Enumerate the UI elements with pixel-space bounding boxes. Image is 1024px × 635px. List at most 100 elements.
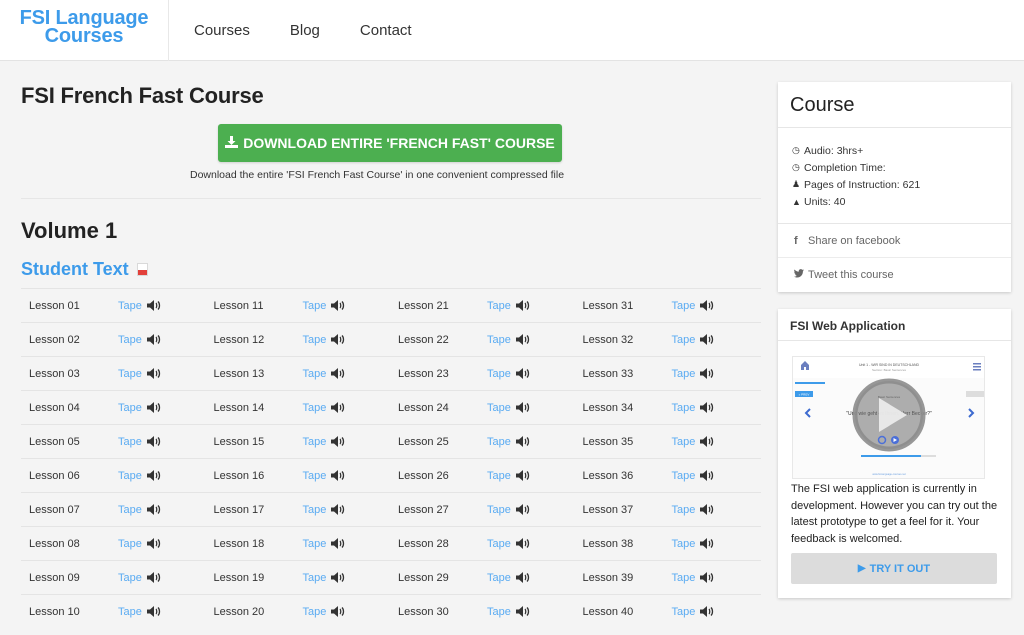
speaker-icon[interactable] bbox=[331, 368, 345, 379]
speaker-icon[interactable] bbox=[331, 504, 345, 515]
nav-contact[interactable]: Contact bbox=[360, 22, 412, 39]
speaker-icon[interactable] bbox=[515, 538, 530, 549]
speaker-icon[interactable] bbox=[700, 470, 714, 481]
speaker-icon[interactable] bbox=[515, 300, 530, 311]
speaker-icon[interactable] bbox=[331, 538, 345, 549]
tape-link[interactable]: Tape bbox=[118, 504, 142, 516]
tape-link[interactable]: Tape bbox=[303, 470, 327, 482]
tape-link[interactable]: Tape bbox=[303, 538, 327, 550]
speaker-icon[interactable] bbox=[146, 368, 161, 379]
tape-link[interactable]: Tape bbox=[118, 368, 142, 380]
tape-link[interactable]: Tape bbox=[672, 470, 696, 482]
tape-link[interactable]: Tape bbox=[672, 572, 696, 584]
lesson-name: Lesson 27 bbox=[398, 503, 449, 516]
speaker-icon[interactable] bbox=[146, 538, 161, 549]
tape-link[interactable]: Tape bbox=[672, 436, 696, 448]
speaker-icon[interactable] bbox=[146, 334, 161, 345]
tape-link[interactable]: Tape bbox=[303, 402, 327, 414]
nav-courses[interactable]: Courses bbox=[194, 22, 250, 39]
tape-link[interactable]: Tape bbox=[303, 334, 327, 346]
speaker-icon[interactable] bbox=[700, 368, 714, 379]
tape-link[interactable]: Tape bbox=[303, 572, 327, 584]
lesson-name: Lesson 30 bbox=[398, 605, 449, 618]
download-course-button[interactable]: DOWNLOAD ENTIRE 'FRENCH FAST' COURSE bbox=[218, 124, 562, 162]
tape-link[interactable]: Tape bbox=[487, 334, 511, 346]
tape-link[interactable]: Tape bbox=[672, 368, 696, 380]
tape-link[interactable]: Tape bbox=[487, 572, 511, 584]
speaker-icon[interactable] bbox=[700, 572, 714, 583]
tape-link[interactable]: Tape bbox=[487, 606, 511, 618]
lesson-name: Lesson 07 bbox=[29, 503, 80, 516]
speaker-icon[interactable] bbox=[331, 606, 345, 617]
tape-link[interactable]: Tape bbox=[118, 334, 142, 346]
tape-link[interactable]: Tape bbox=[487, 368, 511, 380]
tape-link[interactable]: Tape bbox=[118, 402, 142, 414]
speaker-icon[interactable] bbox=[331, 300, 345, 311]
share-facebook-link[interactable]: f Share on facebook bbox=[778, 224, 1011, 258]
tape-link[interactable]: Tape bbox=[118, 300, 142, 312]
volume-title: Volume 1 bbox=[21, 218, 118, 243]
speaker-icon[interactable] bbox=[515, 504, 530, 515]
nav-blog[interactable]: Blog bbox=[290, 22, 320, 39]
tape-link[interactable]: Tape bbox=[303, 300, 327, 312]
tape-link[interactable]: Tape bbox=[487, 504, 511, 516]
speaker-icon[interactable] bbox=[700, 538, 714, 549]
tape-link[interactable]: Tape bbox=[118, 606, 142, 618]
speaker-icon[interactable] bbox=[146, 572, 161, 583]
lesson-cell: Lesson 40 Tape bbox=[575, 606, 760, 618]
web-app-preview[interactable]: Unit 1 - WIR SIND IN DEUTSCHLAND Section… bbox=[792, 356, 985, 479]
speaker-icon[interactable] bbox=[146, 402, 161, 413]
speaker-icon[interactable] bbox=[700, 436, 714, 447]
tape-link[interactable]: Tape bbox=[303, 436, 327, 448]
tweet-link[interactable]: Tweet this course bbox=[778, 258, 1011, 292]
speaker-icon[interactable] bbox=[515, 334, 530, 345]
speaker-icon[interactable] bbox=[515, 368, 530, 379]
speaker-icon[interactable] bbox=[515, 572, 530, 583]
site-logo[interactable]: FSI Language Courses bbox=[0, 0, 169, 61]
tape-link[interactable]: Tape bbox=[672, 538, 696, 550]
tape-link[interactable]: Tape bbox=[303, 504, 327, 516]
speaker-icon[interactable] bbox=[331, 402, 345, 413]
lesson-name: Lesson 25 bbox=[398, 435, 449, 448]
speaker-icon[interactable] bbox=[515, 470, 530, 481]
speaker-icon[interactable] bbox=[146, 504, 161, 515]
speaker-icon[interactable] bbox=[515, 402, 530, 413]
tape-link[interactable]: Tape bbox=[672, 300, 696, 312]
student-text-link[interactable]: Student Text bbox=[21, 259, 148, 280]
speaker-icon[interactable] bbox=[331, 572, 345, 583]
speaker-icon[interactable] bbox=[146, 470, 161, 481]
tape-link[interactable]: Tape bbox=[672, 402, 696, 414]
tape-link[interactable]: Tape bbox=[118, 538, 142, 550]
speaker-icon[interactable] bbox=[700, 334, 714, 345]
lesson-cell: Lesson 14 Tape bbox=[206, 402, 391, 414]
tape-link[interactable]: Tape bbox=[118, 436, 142, 448]
tape-link[interactable]: Tape bbox=[672, 504, 696, 516]
tape-link[interactable]: Tape bbox=[487, 470, 511, 482]
lesson-name: Lesson 33 bbox=[582, 367, 634, 380]
lesson-name: Lesson 24 bbox=[398, 401, 449, 414]
tape-link[interactable]: Tape bbox=[487, 538, 511, 550]
speaker-icon[interactable] bbox=[700, 504, 714, 515]
tape-link[interactable]: Tape bbox=[672, 334, 696, 346]
speaker-icon[interactable] bbox=[146, 436, 161, 447]
speaker-icon[interactable] bbox=[146, 606, 161, 617]
tape-link[interactable]: Tape bbox=[303, 368, 327, 380]
tape-link[interactable]: Tape bbox=[487, 402, 511, 414]
speaker-icon[interactable] bbox=[700, 402, 714, 413]
tape-link[interactable]: Tape bbox=[303, 606, 327, 618]
try-it-out-button[interactable]: ▶ TRY IT OUT bbox=[791, 553, 997, 584]
speaker-icon[interactable] bbox=[700, 300, 714, 311]
speaker-icon[interactable] bbox=[331, 436, 345, 447]
tape-link[interactable]: Tape bbox=[672, 606, 696, 618]
speaker-icon[interactable] bbox=[700, 606, 714, 617]
speaker-icon[interactable] bbox=[515, 436, 530, 447]
tape-link[interactable]: Tape bbox=[487, 436, 511, 448]
speaker-icon[interactable] bbox=[146, 300, 161, 311]
tape-link[interactable]: Tape bbox=[487, 300, 511, 312]
tape-link[interactable]: Tape bbox=[118, 572, 142, 584]
speaker-icon[interactable] bbox=[515, 606, 530, 617]
speaker-icon[interactable] bbox=[331, 470, 345, 481]
speaker-icon[interactable] bbox=[331, 334, 345, 345]
tape-link[interactable]: Tape bbox=[118, 470, 142, 482]
lesson-name: Lesson 10 bbox=[29, 605, 80, 618]
